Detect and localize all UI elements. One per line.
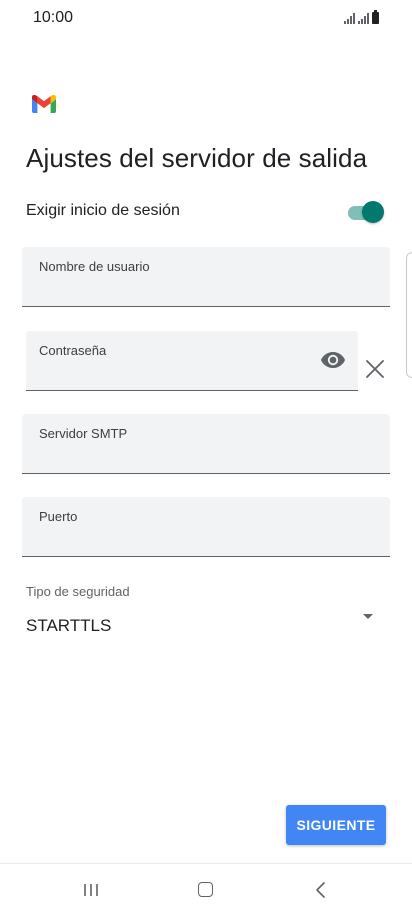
- battery-icon: [372, 10, 379, 24]
- username-label: Nombre de usuario: [39, 259, 150, 274]
- security-type-label: Tipo de seguridad: [26, 584, 130, 599]
- close-icon[interactable]: [364, 358, 386, 380]
- dropdown-arrow-icon[interactable]: [363, 614, 373, 619]
- status-icons: [344, 10, 379, 24]
- password-label: Contraseña: [39, 343, 107, 358]
- outgoing-server-settings-screen: 10:00 Ajustes del servidor de salida Exi…: [0, 0, 412, 915]
- require-login-label: Exigir inicio de sesión: [26, 202, 180, 219]
- security-type-select[interactable]: STARTTLS: [26, 616, 111, 636]
- status-bar: 10:00: [0, 0, 412, 36]
- smtp-server-field[interactable]: Servidor SMTP: [22, 414, 390, 474]
- next-button[interactable]: SIGUIENTE: [286, 805, 386, 845]
- port-field[interactable]: Puerto: [22, 497, 390, 557]
- password-field[interactable]: Contraseña: [26, 331, 358, 391]
- require-login-row: Exigir inicio de sesión: [26, 196, 386, 226]
- password-input[interactable]: [42, 366, 314, 384]
- signal-icon: [358, 12, 369, 24]
- status-time: 10:00: [33, 9, 74, 26]
- eye-icon[interactable]: [320, 351, 346, 369]
- navigation-bar: [0, 863, 412, 915]
- username-field[interactable]: Nombre de usuario: [22, 247, 390, 307]
- signal-icon: [344, 12, 355, 24]
- back-icon[interactable]: [314, 881, 328, 899]
- gmail-logo-icon: [32, 95, 56, 113]
- port-label: Puerto: [39, 509, 78, 524]
- recent-apps-icon[interactable]: [83, 883, 99, 897]
- home-icon[interactable]: [198, 882, 213, 897]
- smtp-server-input[interactable]: [38, 449, 346, 467]
- smtp-server-label: Servidor SMTP: [39, 426, 128, 441]
- scroll-indicator: [406, 252, 412, 378]
- toggle-thumb: [362, 201, 384, 223]
- page-title: Ajustes del servidor de salida: [26, 143, 368, 173]
- username-input[interactable]: [38, 282, 346, 300]
- require-login-toggle[interactable]: [346, 200, 384, 223]
- port-input[interactable]: [38, 532, 346, 550]
